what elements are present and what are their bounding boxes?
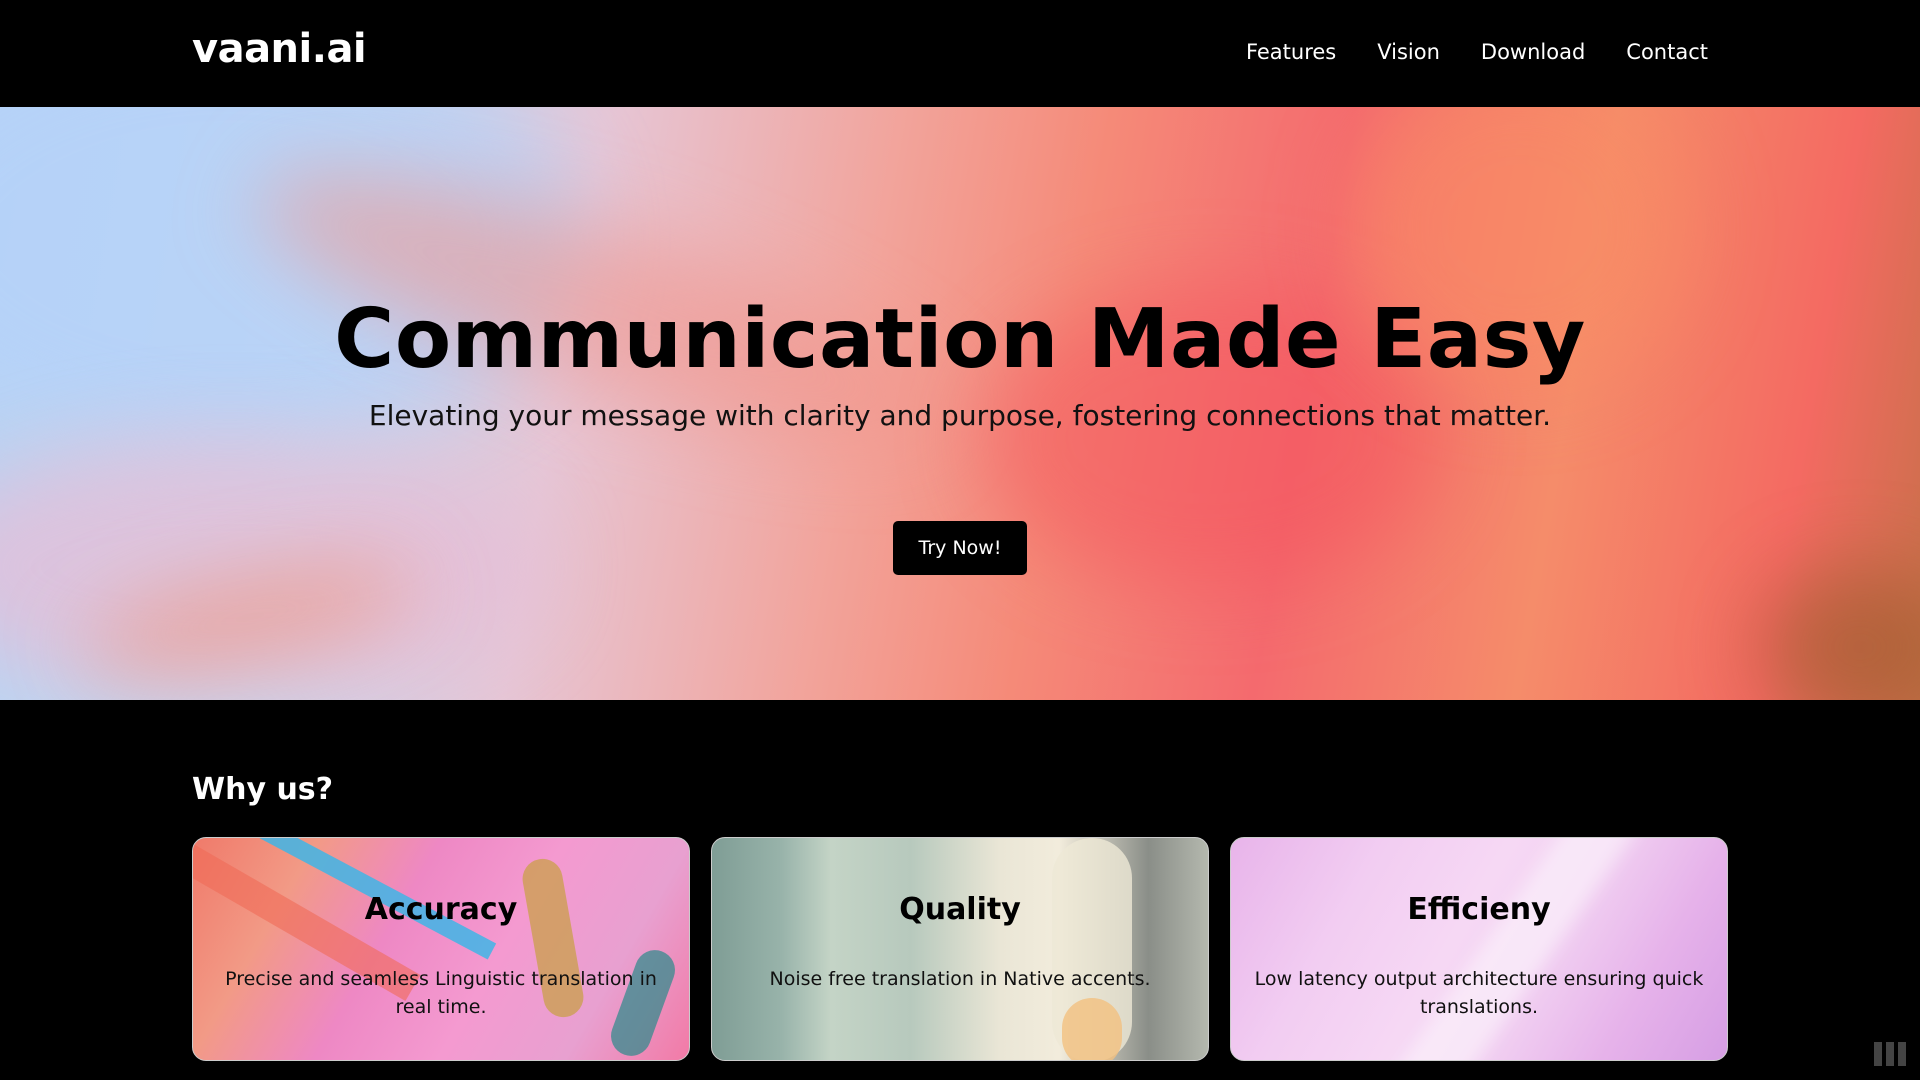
nav-link-contact[interactable]: Contact xyxy=(1626,40,1708,64)
feature-card-efficiency: Efficieny Low latency output architectur… xyxy=(1230,837,1728,1061)
card-description: Precise and seamless Linguistic translat… xyxy=(225,968,657,1018)
feature-card-accuracy: Accuracy Precise and seamless Linguistic… xyxy=(192,837,690,1061)
nav-links: Features Vision Download Contact xyxy=(1246,40,1708,64)
hero-title: Communication Made Easy xyxy=(334,292,1586,387)
logo[interactable]: vaani.ai xyxy=(192,26,367,72)
try-now-button[interactable]: Try Now! xyxy=(893,521,1027,575)
navbar: vaani.ai Features Vision Download Contac… xyxy=(0,0,1920,107)
section-heading: Why us? xyxy=(192,772,334,807)
card-title: Accuracy xyxy=(364,892,518,927)
hero-section: Communication Made Easy Elevating your m… xyxy=(0,107,1920,700)
card-decoration xyxy=(1062,998,1122,1060)
feature-card-quality: Quality Noise free translation in Native… xyxy=(711,837,1209,1061)
hero-subtitle: Elevating your message with clarity and … xyxy=(368,399,1552,432)
card-title: Efficieny xyxy=(1407,892,1551,927)
hero-content: Communication Made Easy Elevating your m… xyxy=(0,107,1920,700)
nav-link-features[interactable]: Features xyxy=(1246,40,1336,64)
nav-link-vision[interactable]: Vision xyxy=(1377,40,1440,64)
card-description: Noise free translation in Native accents… xyxy=(769,968,1151,990)
card-decoration xyxy=(1383,838,1639,1060)
scroll-indicator-bar xyxy=(1898,1042,1906,1066)
page: vaani.ai Features Vision Download Contac… xyxy=(0,0,1920,1080)
nav-link-download[interactable]: Download xyxy=(1481,40,1585,64)
scroll-indicator-icon[interactable] xyxy=(1874,1042,1906,1066)
card-description: Low latency output architecture ensuring… xyxy=(1254,968,1704,1018)
scroll-indicator-bar xyxy=(1886,1042,1894,1066)
scroll-indicator-bar xyxy=(1874,1042,1882,1066)
card-title: Quality xyxy=(899,892,1021,927)
